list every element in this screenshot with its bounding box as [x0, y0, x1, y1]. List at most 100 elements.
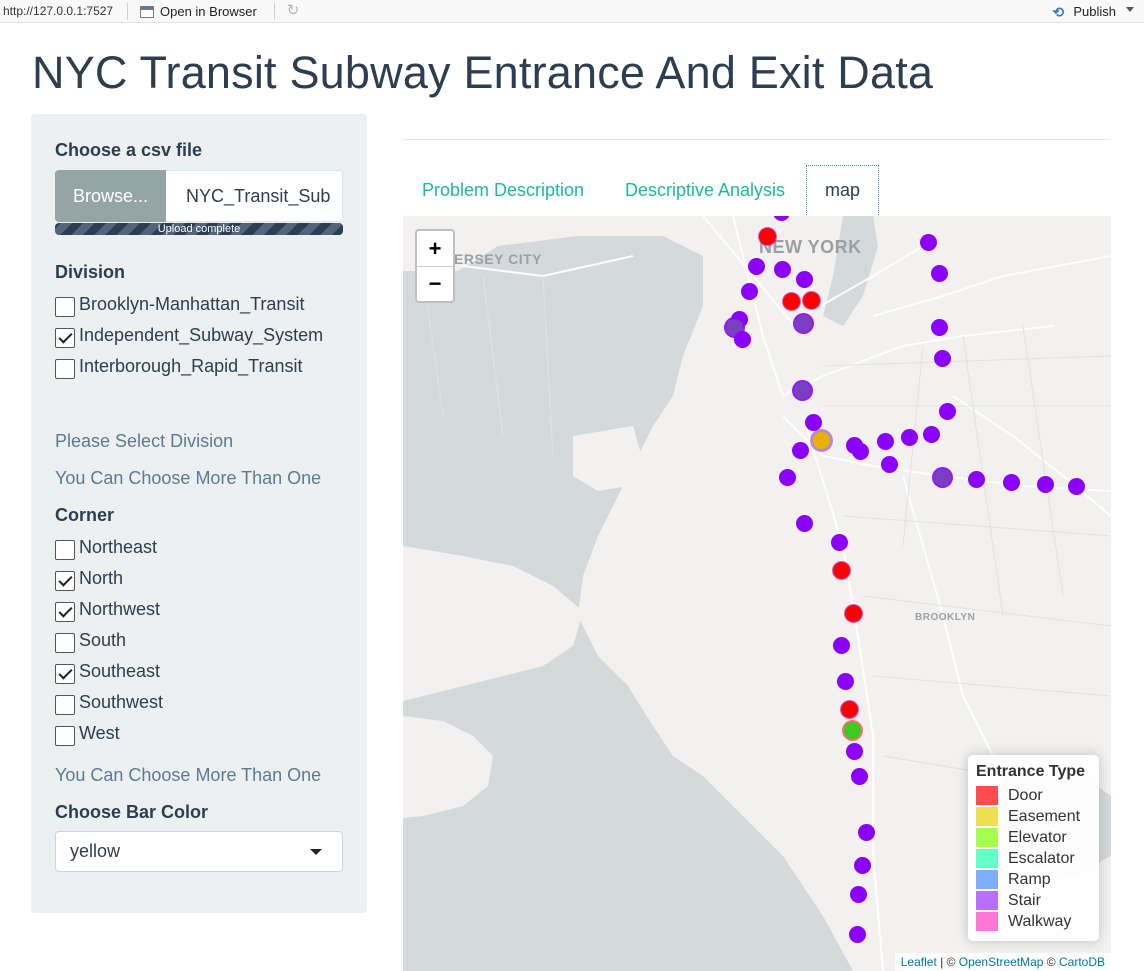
subway-entrance-marker[interactable] [813, 432, 830, 449]
corner-option[interactable]: Northwest [55, 597, 160, 622]
leaflet-link[interactable]: Leaflet [901, 955, 937, 969]
subway-entrance-marker[interactable] [920, 234, 937, 251]
subway-entrance-marker[interactable] [803, 292, 820, 309]
corner-option[interactable]: Southwest [55, 690, 164, 715]
subway-entrance-marker[interactable] [833, 637, 850, 654]
carto-link[interactable]: CartoDB [1059, 955, 1105, 969]
publish-button[interactable]: ⟲ Publish [1052, 2, 1116, 21]
subway-entrance-marker[interactable] [849, 926, 866, 943]
legend-label: Escalator [1008, 849, 1075, 867]
subway-entrance-marker[interactable] [881, 456, 898, 473]
file-name-field[interactable]: NYC_Transit_Sub [166, 170, 343, 222]
zoom-out-button[interactable]: − [417, 266, 453, 301]
browse-button[interactable]: Browse... [55, 170, 166, 222]
subway-entrance-marker[interactable] [934, 469, 951, 486]
zoom-control: + − [415, 229, 455, 303]
subway-entrance-marker[interactable] [795, 315, 812, 332]
division-option[interactable]: Independent_Subway_System [55, 323, 323, 348]
subway-entrance-marker[interactable] [844, 722, 861, 739]
publish-label: Publish [1073, 4, 1116, 19]
division-option[interactable]: Interborough_Rapid_Transit [55, 354, 303, 379]
subway-entrance-marker[interactable] [734, 331, 751, 348]
bar-color-label: Choose Bar Color [55, 802, 209, 822]
subway-entrance-marker[interactable] [796, 515, 813, 532]
bar-color-select[interactable]: yellow [55, 831, 343, 872]
subway-entrance-marker[interactable] [931, 265, 948, 282]
legend-item: Door [976, 785, 1091, 806]
subway-entrance-marker[interactable] [934, 350, 951, 367]
division-option-label: Brooklyn-Manhattan_Transit [79, 293, 305, 314]
toolbar-divider [127, 3, 128, 20]
division-checkbox[interactable] [55, 328, 75, 348]
subway-entrance-marker[interactable] [779, 469, 796, 486]
subway-entrance-marker[interactable] [841, 701, 858, 718]
corner-option[interactable]: Southeast [55, 659, 160, 684]
subway-entrance-marker[interactable] [858, 824, 875, 841]
subway-entrance-marker[interactable] [1037, 476, 1054, 493]
publish-dropdown-icon[interactable] [1126, 7, 1134, 12]
map-attribution: Leaflet | © OpenStreetMap © CartoDB [894, 953, 1111, 971]
corner-option[interactable]: West [55, 721, 120, 746]
corner-checkbox[interactable] [55, 602, 75, 622]
corner-option-label: Southwest [79, 691, 164, 712]
subway-entrance-marker[interactable] [833, 562, 850, 579]
zoom-in-button[interactable]: + [417, 231, 453, 266]
subway-entrance-marker[interactable] [792, 442, 809, 459]
subway-entrance-marker[interactable] [923, 426, 940, 443]
tab-map[interactable]: map [806, 165, 879, 215]
tab-descriptive-analysis[interactable]: Descriptive Analysis [625, 165, 785, 215]
legend-title: Entrance Type [976, 763, 1086, 780]
corner-option[interactable]: North [55, 566, 124, 591]
legend-label: Door [1008, 786, 1043, 804]
division-option[interactable]: Brooklyn-Manhattan_Transit [55, 292, 305, 317]
division-help-text-2: You Can Choose More Than One [55, 468, 322, 488]
tab-problem-description[interactable]: Problem Description [422, 165, 584, 215]
sidebar-panel: Choose a csv file Browse... NYC_Transit_… [31, 114, 367, 913]
subway-entrance-marker[interactable] [846, 743, 863, 760]
subway-entrance-marker[interactable] [831, 534, 848, 551]
subway-entrance-marker[interactable] [1068, 478, 1085, 495]
corner-option[interactable]: South [55, 628, 126, 653]
subway-entrance-marker[interactable] [845, 605, 862, 622]
legend-swatch [976, 807, 998, 826]
subway-entrance-marker[interactable] [850, 886, 867, 903]
subway-entrance-marker[interactable] [748, 258, 765, 275]
map-label-brooklyn: BROOKLYN [915, 612, 976, 623]
subway-entrance-marker[interactable] [851, 768, 868, 785]
subway-entrance-marker[interactable] [741, 283, 758, 300]
subway-entrance-marker[interactable] [759, 228, 776, 245]
refresh-icon[interactable]: ↻ [284, 2, 302, 20]
subway-entrance-marker[interactable] [901, 429, 918, 446]
subway-entrance-marker[interactable] [939, 403, 956, 420]
subway-entrance-marker[interactable] [774, 261, 791, 278]
division-checkbox[interactable] [55, 359, 75, 379]
corner-option[interactable]: Northeast [55, 535, 157, 560]
corner-checkbox[interactable] [55, 540, 75, 560]
subway-entrance-marker[interactable] [852, 443, 869, 460]
division-option-label: Interborough_Rapid_Transit [79, 355, 303, 376]
corner-checkbox[interactable] [55, 571, 75, 591]
osm-link[interactable]: OpenStreetMap [959, 955, 1044, 969]
legend-item: Walkway [976, 911, 1091, 932]
subway-entrance-marker[interactable] [794, 382, 811, 399]
subway-entrance-marker[interactable] [796, 271, 813, 288]
subway-entrance-marker[interactable] [854, 857, 871, 874]
corner-option-label: North [79, 567, 124, 588]
subway-entrance-marker[interactable] [877, 433, 894, 450]
open-in-browser-button[interactable]: Open in Browser [140, 2, 257, 21]
leaflet-map[interactable]: NEW YORK ERSEY CITY BROOKLYN + − Entranc… [403, 216, 1111, 971]
legend-label: Easement [1008, 807, 1081, 825]
subway-entrance-marker[interactable] [805, 414, 822, 431]
subway-entrance-marker[interactable] [1003, 474, 1020, 491]
subway-entrance-marker[interactable] [968, 471, 985, 488]
subway-entrance-marker[interactable] [931, 319, 948, 336]
division-checkbox[interactable] [55, 297, 75, 317]
corner-checkbox[interactable] [55, 664, 75, 684]
corner-checkbox[interactable] [55, 695, 75, 715]
corner-checkbox[interactable] [55, 633, 75, 653]
subway-entrance-marker[interactable] [837, 673, 854, 690]
subway-entrance-marker[interactable] [783, 293, 800, 310]
tab-bar: Problem Description Descriptive Analysis… [403, 165, 1111, 215]
corner-checkbox[interactable] [55, 726, 75, 746]
file-input: Browse... NYC_Transit_Sub [55, 170, 343, 222]
